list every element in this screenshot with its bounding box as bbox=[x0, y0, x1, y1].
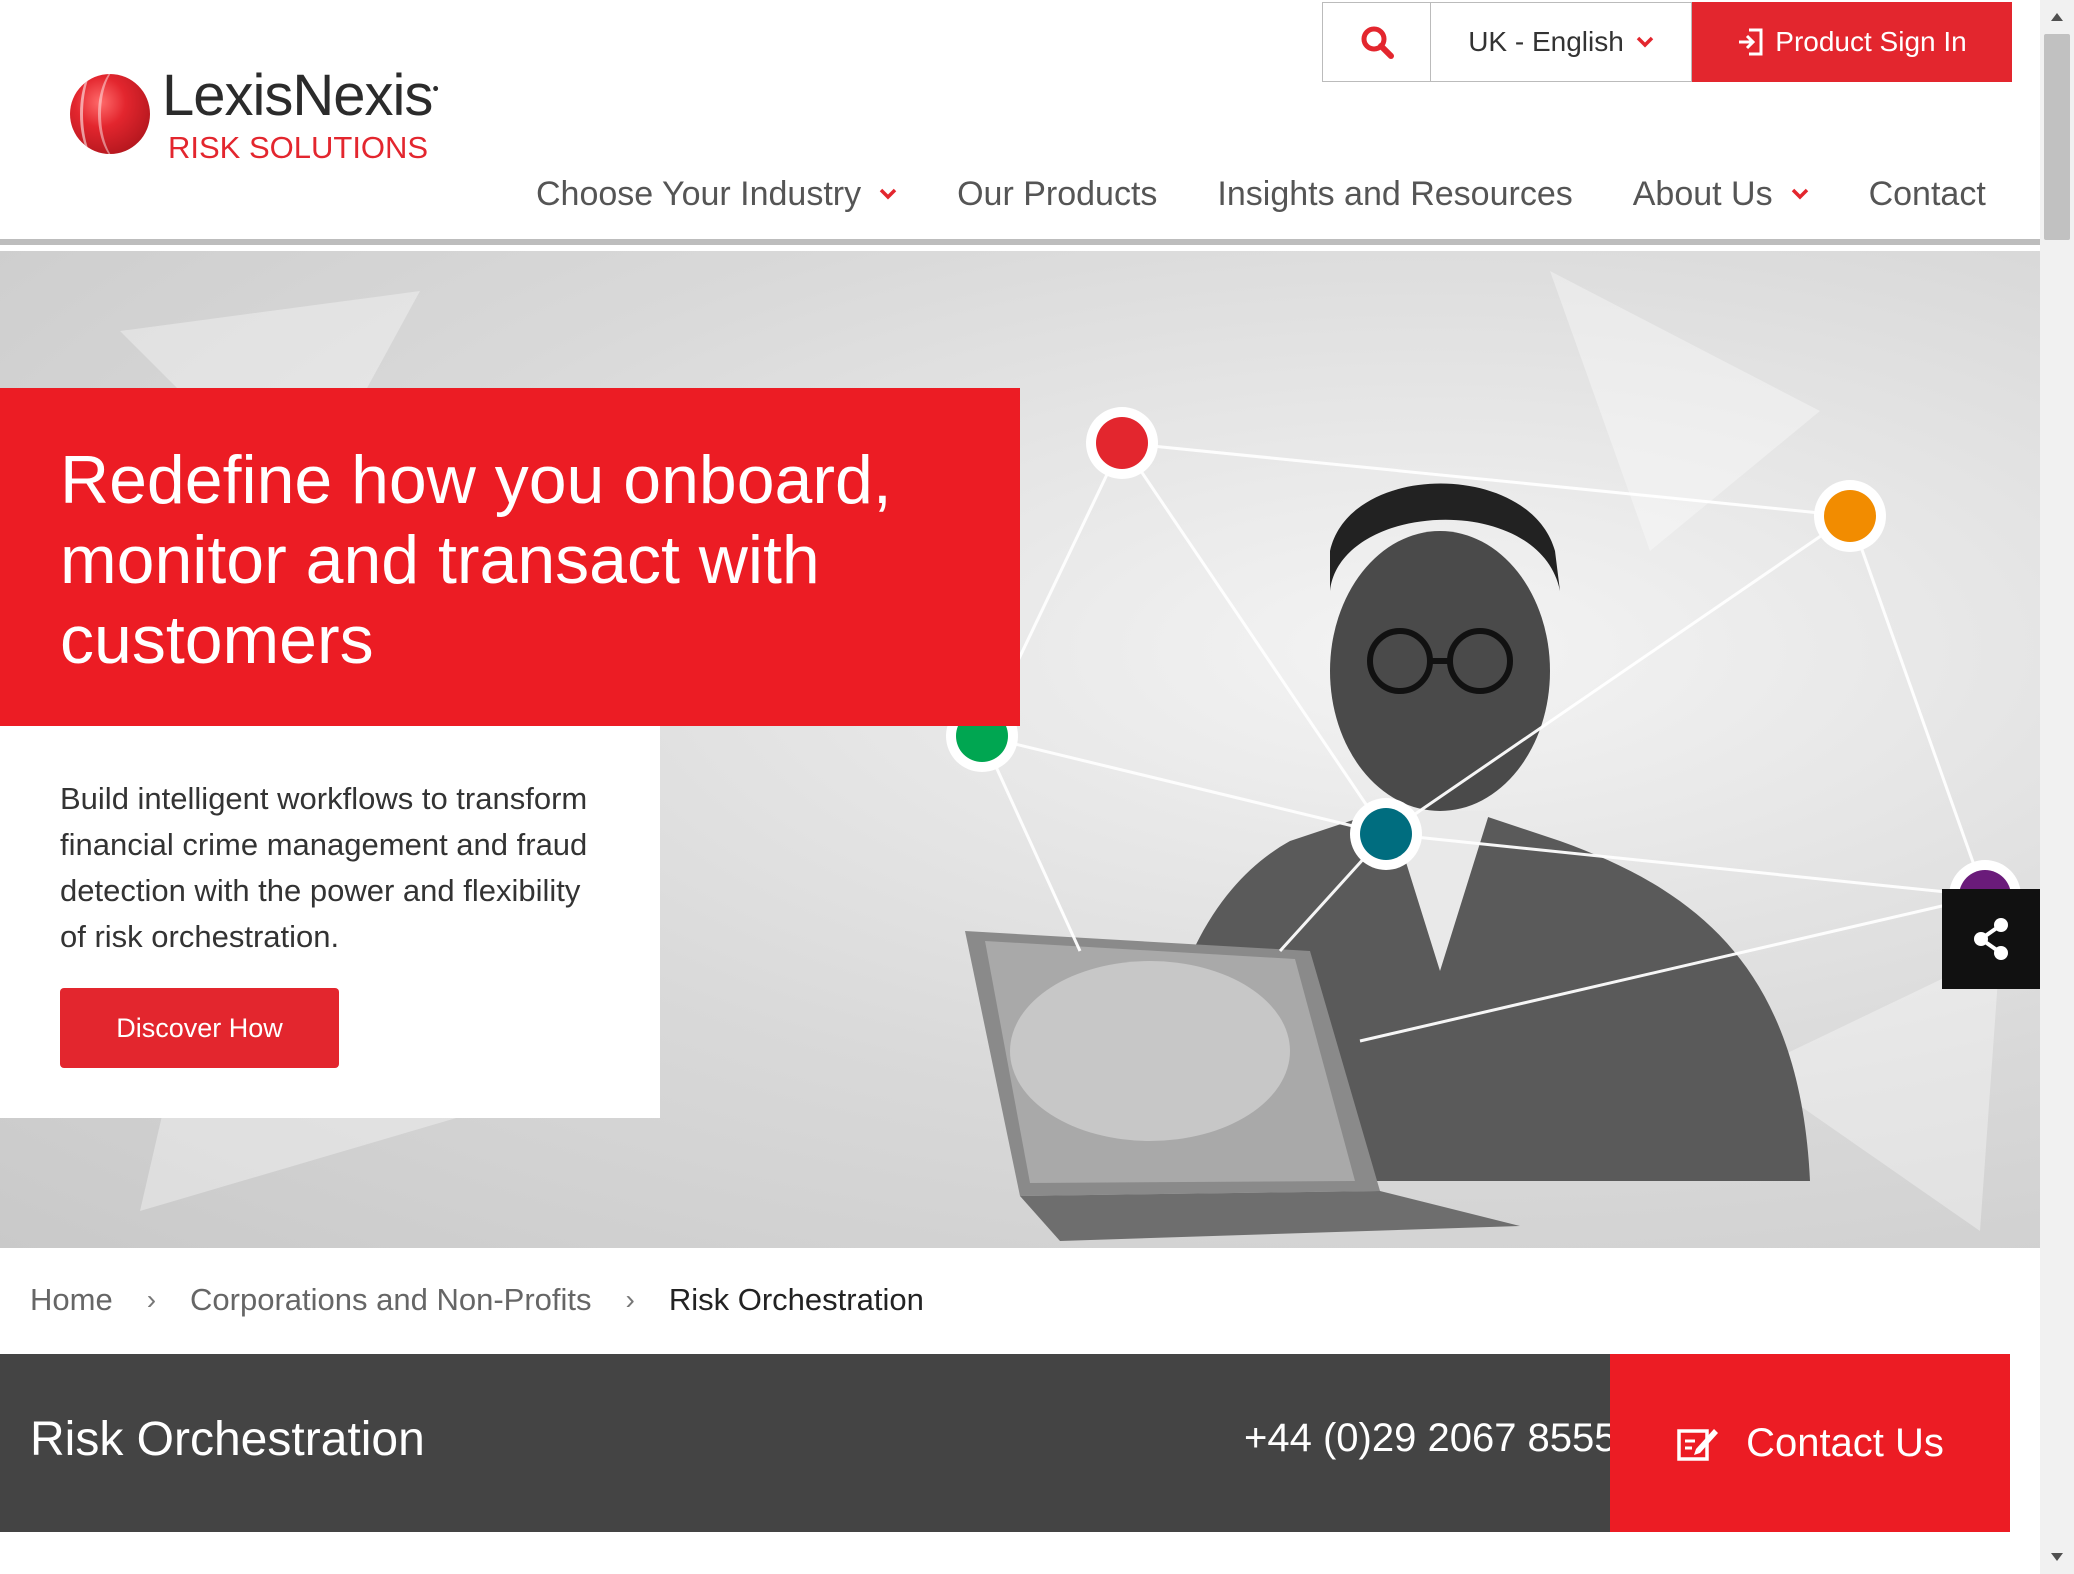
nav-insights-and-resources[interactable]: Insights and Resources bbox=[1217, 175, 1572, 214]
nav-label: About Us bbox=[1632, 174, 1773, 213]
breadcrumb-current: Risk Orchestration bbox=[668, 1282, 924, 1317]
node-orange bbox=[1824, 490, 1876, 542]
utility-bar: UK - English Product Sign In bbox=[1322, 2, 2012, 82]
page-title-bar: Risk Orchestration +44 (0)29 2067 8555 C… bbox=[0, 1354, 2010, 1532]
node-teal bbox=[1360, 808, 1412, 860]
search-button[interactable] bbox=[1322, 2, 1430, 82]
language-selector[interactable]: UK - English bbox=[1430, 2, 1692, 82]
hero-description-panel: Build intelligent workflows to transform… bbox=[0, 726, 660, 1118]
breadcrumb: Home › Corporations and Non-Profits › Ri… bbox=[30, 1280, 924, 1320]
contact-us-label: Contact Us bbox=[1746, 1420, 1944, 1465]
scroll-down-arrow-icon[interactable] bbox=[2040, 1540, 2074, 1574]
logo-globe-icon bbox=[70, 74, 150, 154]
node-red bbox=[1096, 417, 1148, 469]
site-header: LexisNexis• RISK SOLUTIONS UK - English bbox=[0, 0, 2040, 245]
breadcrumb-corporations[interactable]: Corporations and Non-Profits bbox=[190, 1282, 591, 1318]
chevron-down-icon bbox=[879, 188, 897, 200]
discover-how-button[interactable]: Discover How bbox=[60, 988, 339, 1068]
logo-name: LexisNexis• bbox=[162, 63, 439, 128]
nav-label: Insights and Resources bbox=[1217, 174, 1573, 213]
logo-subtitle: RISK SOLUTIONS bbox=[168, 130, 429, 165]
breadcrumb-separator: › bbox=[625, 1284, 635, 1315]
nav-choose-your-industry[interactable]: Choose Your Industry bbox=[536, 175, 897, 214]
phone-number[interactable]: +44 (0)29 2067 8555 bbox=[1244, 1416, 1617, 1461]
vertical-scrollbar[interactable] bbox=[2040, 0, 2074, 1574]
language-label: UK - English bbox=[1468, 26, 1624, 57]
share-button[interactable] bbox=[1942, 889, 2040, 989]
nav-about-us[interactable]: About Us bbox=[1633, 175, 1809, 214]
chevron-down-icon bbox=[1791, 188, 1808, 200]
chevron-down-icon bbox=[1636, 36, 1654, 48]
page: LexisNexis• RISK SOLUTIONS UK - English bbox=[0, 0, 2074, 1574]
hero-title-panel: Redefine how you onboard, monitor and tr… bbox=[0, 388, 1020, 726]
nav-label: Choose Your Industry bbox=[536, 174, 862, 213]
scroll-up-arrow-icon[interactable] bbox=[2040, 0, 2074, 34]
nav-our-products[interactable]: Our Products bbox=[957, 175, 1157, 214]
sign-in-label: Product Sign In bbox=[1775, 26, 1967, 57]
page-title: Risk Orchestration bbox=[30, 1413, 425, 1466]
search-icon bbox=[1361, 26, 1394, 59]
edit-form-icon bbox=[1677, 1429, 1719, 1461]
hero-description: Build intelligent workflows to transform… bbox=[60, 781, 588, 954]
product-sign-in-button[interactable]: Product Sign In bbox=[1692, 2, 2012, 82]
hero-title: Redefine how you onboard, monitor and tr… bbox=[60, 442, 892, 678]
contact-us-button[interactable]: Contact Us bbox=[1610, 1354, 2010, 1532]
nav-label: Our Products bbox=[957, 174, 1158, 213]
nav-label: Contact bbox=[1868, 174, 1986, 213]
breadcrumb-separator: › bbox=[146, 1284, 157, 1315]
breadcrumb-home[interactable]: Home bbox=[30, 1282, 113, 1318]
sign-in-icon bbox=[1739, 28, 1763, 56]
hero-banner: Redefine how you onboard, monitor and tr… bbox=[0, 251, 2040, 1248]
main-nav: Choose Your Industry Our Products Insigh… bbox=[536, 168, 1986, 220]
scrollbar-thumb[interactable] bbox=[2044, 34, 2070, 240]
lexisnexis-logo[interactable]: LexisNexis• RISK SOLUTIONS bbox=[70, 63, 470, 168]
nav-contact[interactable]: Contact bbox=[1869, 175, 1986, 214]
share-icon bbox=[1974, 918, 2008, 960]
